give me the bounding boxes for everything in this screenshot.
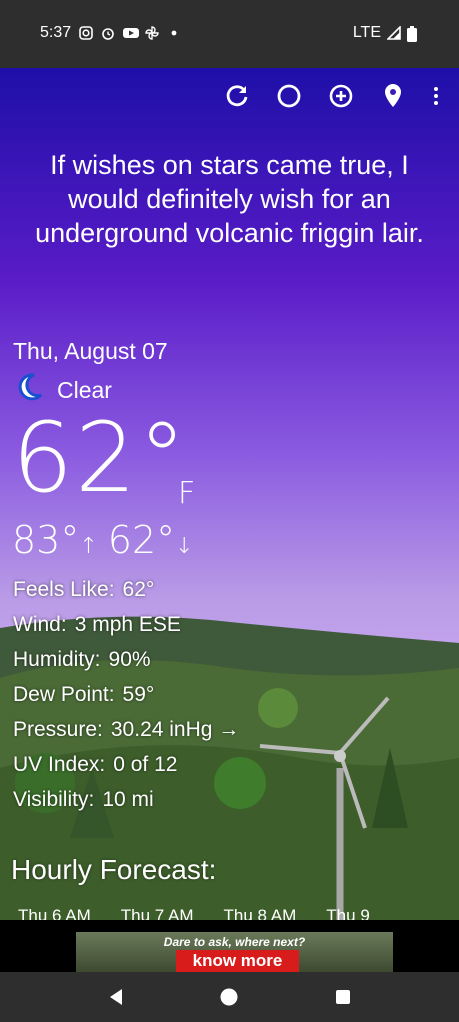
home-icon[interactable] bbox=[218, 986, 240, 1008]
current-temperature: 62° bbox=[12, 402, 189, 514]
refresh-icon[interactable] bbox=[223, 82, 251, 110]
alarm-icon bbox=[101, 26, 115, 40]
detail-wind: Wind: 3 mph ESE bbox=[13, 613, 181, 636]
hourly-forecast-title: Hourly Forecast: bbox=[11, 854, 217, 885]
navigation-bar bbox=[0, 972, 459, 1022]
hourly-forecast-list[interactable]: Thu 6 AM Thu 7 AM Thu 8 AM Thu 9 bbox=[18, 906, 370, 920]
detail-uv-index: UV Index: 0 of 12 bbox=[13, 753, 178, 776]
youtube-icon bbox=[123, 26, 140, 40]
status-bar: 5:37 LTE bbox=[0, 0, 459, 68]
status-time: 5:37 bbox=[40, 24, 72, 41]
pinwheel-icon bbox=[145, 26, 159, 40]
detail-dew-point: Dew Point: 59° bbox=[13, 683, 155, 706]
hourly-item[interactable]: Thu 7 AM bbox=[121, 906, 194, 920]
low-temp: 62°↓ bbox=[107, 518, 194, 562]
add-icon[interactable] bbox=[327, 82, 355, 110]
ad-banner[interactable]: Dare to ask, where next? know more bbox=[76, 932, 393, 972]
weather-main[interactable]: If wishes on stars came true, I would de… bbox=[0, 68, 459, 920]
detail-humidity: Humidity: 90% bbox=[13, 648, 151, 671]
condition-label: Clear bbox=[57, 376, 112, 403]
detail-pressure: Pressure: 30.24 inHg → bbox=[13, 718, 240, 741]
status-left: 5:37 bbox=[40, 24, 181, 42]
arrow-down-icon: ↓ bbox=[175, 534, 194, 559]
hourly-item[interactable]: Thu 8 AM bbox=[224, 906, 297, 920]
daily-quote: If wishes on stars came true, I would de… bbox=[35, 150, 424, 248]
ad-know-more-button[interactable]: know more bbox=[176, 950, 299, 972]
detail-visibility: Visibility: 10 mi bbox=[13, 788, 154, 811]
toolbar bbox=[223, 82, 441, 110]
high-low-row: 83°↑ 62°↓ bbox=[12, 518, 194, 562]
instagram-icon bbox=[79, 26, 93, 40]
dot-icon bbox=[167, 26, 181, 40]
theme-icon[interactable] bbox=[275, 82, 303, 110]
network-label: LTE bbox=[352, 24, 381, 41]
current-date: Thu, August 07 bbox=[13, 338, 168, 364]
high-temp: 83°↑ bbox=[12, 518, 98, 562]
hourly-item[interactable]: Thu 6 AM bbox=[18, 906, 91, 920]
back-icon[interactable] bbox=[105, 986, 127, 1008]
ad-tagline: Dare to ask, where next? bbox=[163, 935, 306, 949]
signal-icon bbox=[386, 25, 401, 40]
more-icon[interactable] bbox=[431, 82, 441, 110]
recents-icon[interactable] bbox=[332, 986, 354, 1008]
arrow-up-icon: ↑ bbox=[79, 534, 98, 559]
location-icon[interactable] bbox=[379, 82, 407, 110]
hourly-item[interactable]: Thu 9 bbox=[326, 906, 369, 920]
status-right: LTE bbox=[353, 24, 421, 42]
temperature-unit: F bbox=[178, 476, 196, 511]
detail-feels-like: Feels Like: 62° bbox=[13, 578, 155, 601]
weather-details: Feels Like: 62° Wind: 3 mph ESE Humidity: 9… bbox=[13, 572, 239, 817]
battery-icon bbox=[407, 26, 421, 42]
